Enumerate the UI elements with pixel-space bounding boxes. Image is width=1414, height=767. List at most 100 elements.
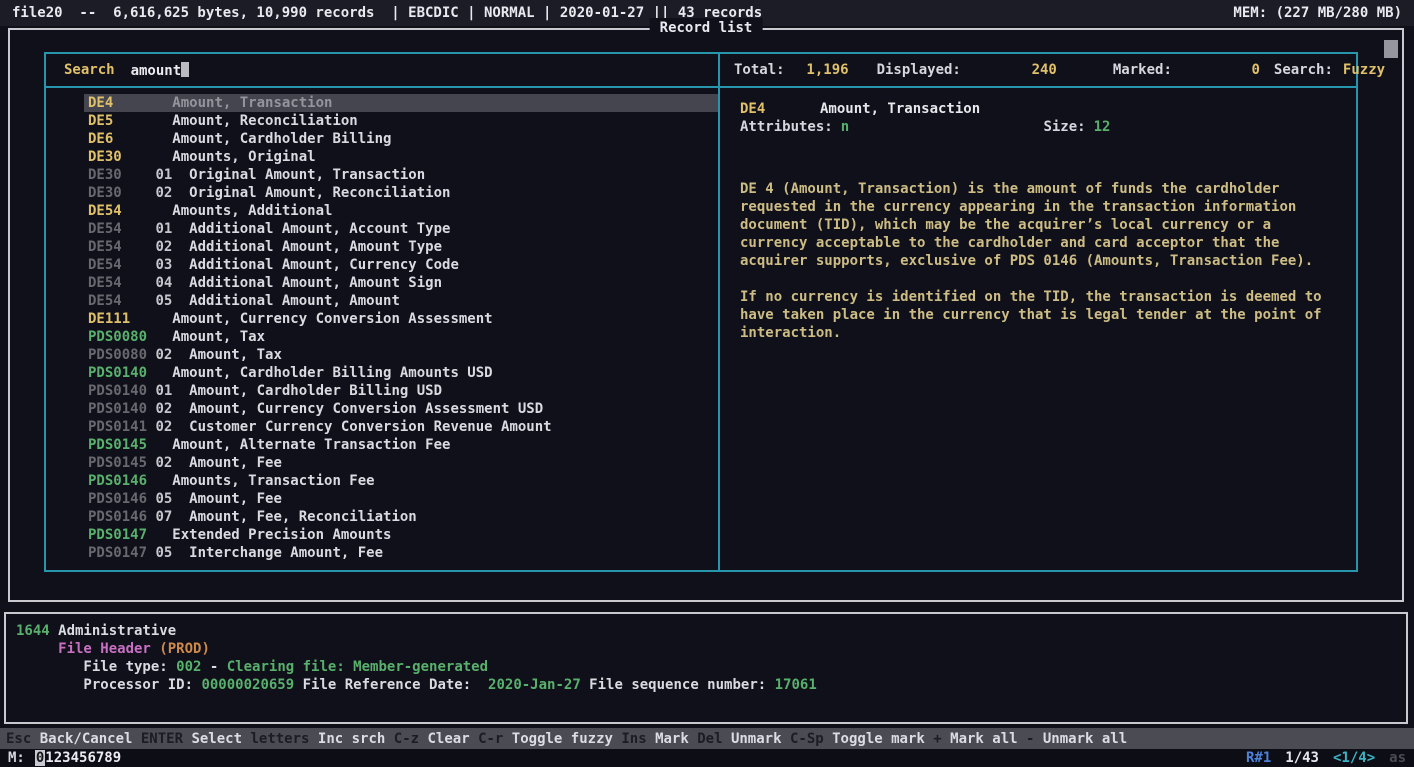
field-name: Amount, Cardholder Billing USD [189,383,442,399]
list-item[interactable]: PDS0146 07 Amount, Fee, Reconciliation [84,508,718,526]
field-name: Original Amount, Reconciliation [189,185,450,201]
record-segment: File Reference Date: [294,677,488,693]
stats-bar: Total: 1,196 Displayed: 240 Marked: 0 Se… [720,54,1356,88]
de-code: DE54 [88,203,172,219]
list-item[interactable]: DE111 Amount, Currency Conversion Assess… [84,310,718,328]
record-segment: - [201,659,226,675]
search-input[interactable]: amount [131,62,190,79]
record-segment: File Header [16,641,151,657]
field-name: Amount, Cardholder Billing [172,131,391,147]
keybar-action: Back/Cancel [40,731,141,747]
de-code: DE111 [88,311,172,327]
keybar-key[interactable]: ENTER [141,731,192,747]
list-item[interactable]: DE4 Amount, Transaction [84,94,718,112]
list-item[interactable]: PDS0140 01 Amount, Cardholder Billing US… [84,382,718,400]
pds-code: PDS0145 [88,437,172,453]
keybar-key[interactable]: Del [697,731,731,747]
keybar-key[interactable]: C-r [478,731,512,747]
de-code: DE30 [88,185,155,201]
field-name: Amounts, Transaction Fee [172,473,374,489]
scrollbar-thumb[interactable] [1384,40,1398,58]
detail-header: DE4Amount, Transaction [740,100,1342,118]
field-name: Amount, Currency Conversion Assessment U… [189,401,543,417]
description-paragraph: DE 4 (Amount, Transaction) is the amount… [740,180,1342,270]
panel-grid: Search amount Total: 1,196 Displayed: 24… [44,52,1358,572]
statusline: M:0123456789 R#11/43<1/4>as [0,749,1414,767]
search-mode-value: Fuzzy [1343,62,1385,78]
list-item[interactable]: PDS0141 02 Customer Currency Conversion … [84,418,718,436]
de-code: DE30 [88,167,155,183]
subfield-number: 07 [155,509,189,525]
subfield-number: 05 [155,491,189,507]
stat-total-label: Total: [734,62,785,78]
list-item[interactable]: PDS0080 02 Amount, Tax [84,346,718,364]
stat-displayed-label: Displayed: [877,62,961,78]
field-name: Amount, Fee, Reconciliation [189,509,417,525]
keybar-key[interactable]: Esc [6,731,40,747]
stat-displayed-value: 240 [961,62,1057,78]
subfield-number: 02 [155,401,189,417]
list-item[interactable]: DE6 Amount, Cardholder Billing [84,130,718,148]
de-code: DE6 [88,131,172,147]
de-code: DE5 [88,113,172,129]
keybar-key[interactable]: - [1026,731,1043,747]
list-item[interactable]: DE30 Amounts, Original [84,148,718,166]
search-box[interactable]: Search amount [46,54,720,88]
field-name: Amounts, Additional [172,203,332,219]
keybar-key[interactable]: C-z [394,731,428,747]
subfield-number: 01 [155,167,189,183]
record-segment: 00000020659 [201,677,294,693]
list-item[interactable]: DE30 01 Original Amount, Transaction [84,166,718,184]
stat-marked-label: Marked: [1113,62,1172,78]
list-item[interactable]: DE54 01 Additional Amount, Account Type [84,220,718,238]
keybar-action: Toggle fuzzy [512,731,622,747]
description-paragraph: If no currency is identified on the TID,… [740,288,1342,342]
list-item[interactable]: DE54 02 Additional Amount, Amount Type [84,238,718,256]
list-item[interactable]: DE54 03 Additional Amount, Currency Code [84,256,718,274]
subfield-number: 03 [155,257,189,273]
record-preview: 1644 Administrative File Header (PROD) F… [4,612,1408,724]
record-line: Processor ID: 00000020659 File Reference… [16,676,1396,694]
position-indicator: 1/43 [1285,750,1319,766]
record-segment: (PROD) [159,641,210,657]
list-item[interactable]: PDS0080 Amount, Tax [84,328,718,346]
field-name: Original Amount, Transaction [189,167,425,183]
list-item[interactable]: DE54 05 Additional Amount, Amount [84,292,718,310]
list-item[interactable]: DE5 Amount, Reconciliation [84,112,718,130]
subfield-number: 05 [155,293,189,309]
subfield-number: 02 [155,419,189,435]
search-label: Search [64,62,115,78]
keybar-key[interactable]: Ins [621,731,655,747]
list-item[interactable]: PDS0140 02 Amount, Currency Conversion A… [84,400,718,418]
keybar-key[interactable]: letters [250,731,317,747]
field-name: Amounts, Original [172,149,315,165]
stat-marked-value: 0 [1172,62,1260,78]
list-item[interactable]: DE54 Amounts, Additional [84,202,718,220]
list-item[interactable]: PDS0146 Amounts, Transaction Fee [84,472,718,490]
text-cursor-icon [181,62,189,77]
list-item[interactable]: PDS0145 02 Amount, Fee [84,454,718,472]
list-item[interactable]: PDS0147 Extended Precision Amounts [84,526,718,544]
record-segment: 2020-Jan-27 [488,677,581,693]
keybar-key[interactable]: + [933,731,950,747]
detail-name: Amount, Transaction [820,101,980,117]
record-list-window: Record list Search amount Total: 1,196 D… [8,28,1404,602]
field-name: Amount, Currency Conversion Assessment [172,311,492,327]
detail-attributes-label: Attributes: [740,119,833,135]
pds-code: PDS0080 [88,347,155,363]
search-value: amount [131,63,182,79]
list-item[interactable]: PDS0147 05 Interchange Amount, Fee [84,544,718,562]
detail-panel: DE4Amount, Transaction Attributes:n Size… [720,88,1356,570]
keybar: Esc Back/Cancel ENTER Select letters Inc… [0,728,1414,749]
list-item[interactable]: DE54 04 Additional Amount, Amount Sign [84,274,718,292]
window-title: Record list [650,18,763,38]
list-item[interactable]: PDS0140 Amount, Cardholder Billing Amoun… [84,364,718,382]
pds-code: PDS0140 [88,365,172,381]
subfield-number: 05 [155,545,189,561]
list-item[interactable]: PDS0146 05 Amount, Fee [84,490,718,508]
de-code: DE54 [88,293,155,309]
list-item[interactable]: PDS0145 Amount, Alternate Transaction Fe… [84,436,718,454]
record-segment: File type: [16,659,176,675]
list-item[interactable]: DE30 02 Original Amount, Reconciliation [84,184,718,202]
keybar-key[interactable]: C-Sp [790,731,832,747]
